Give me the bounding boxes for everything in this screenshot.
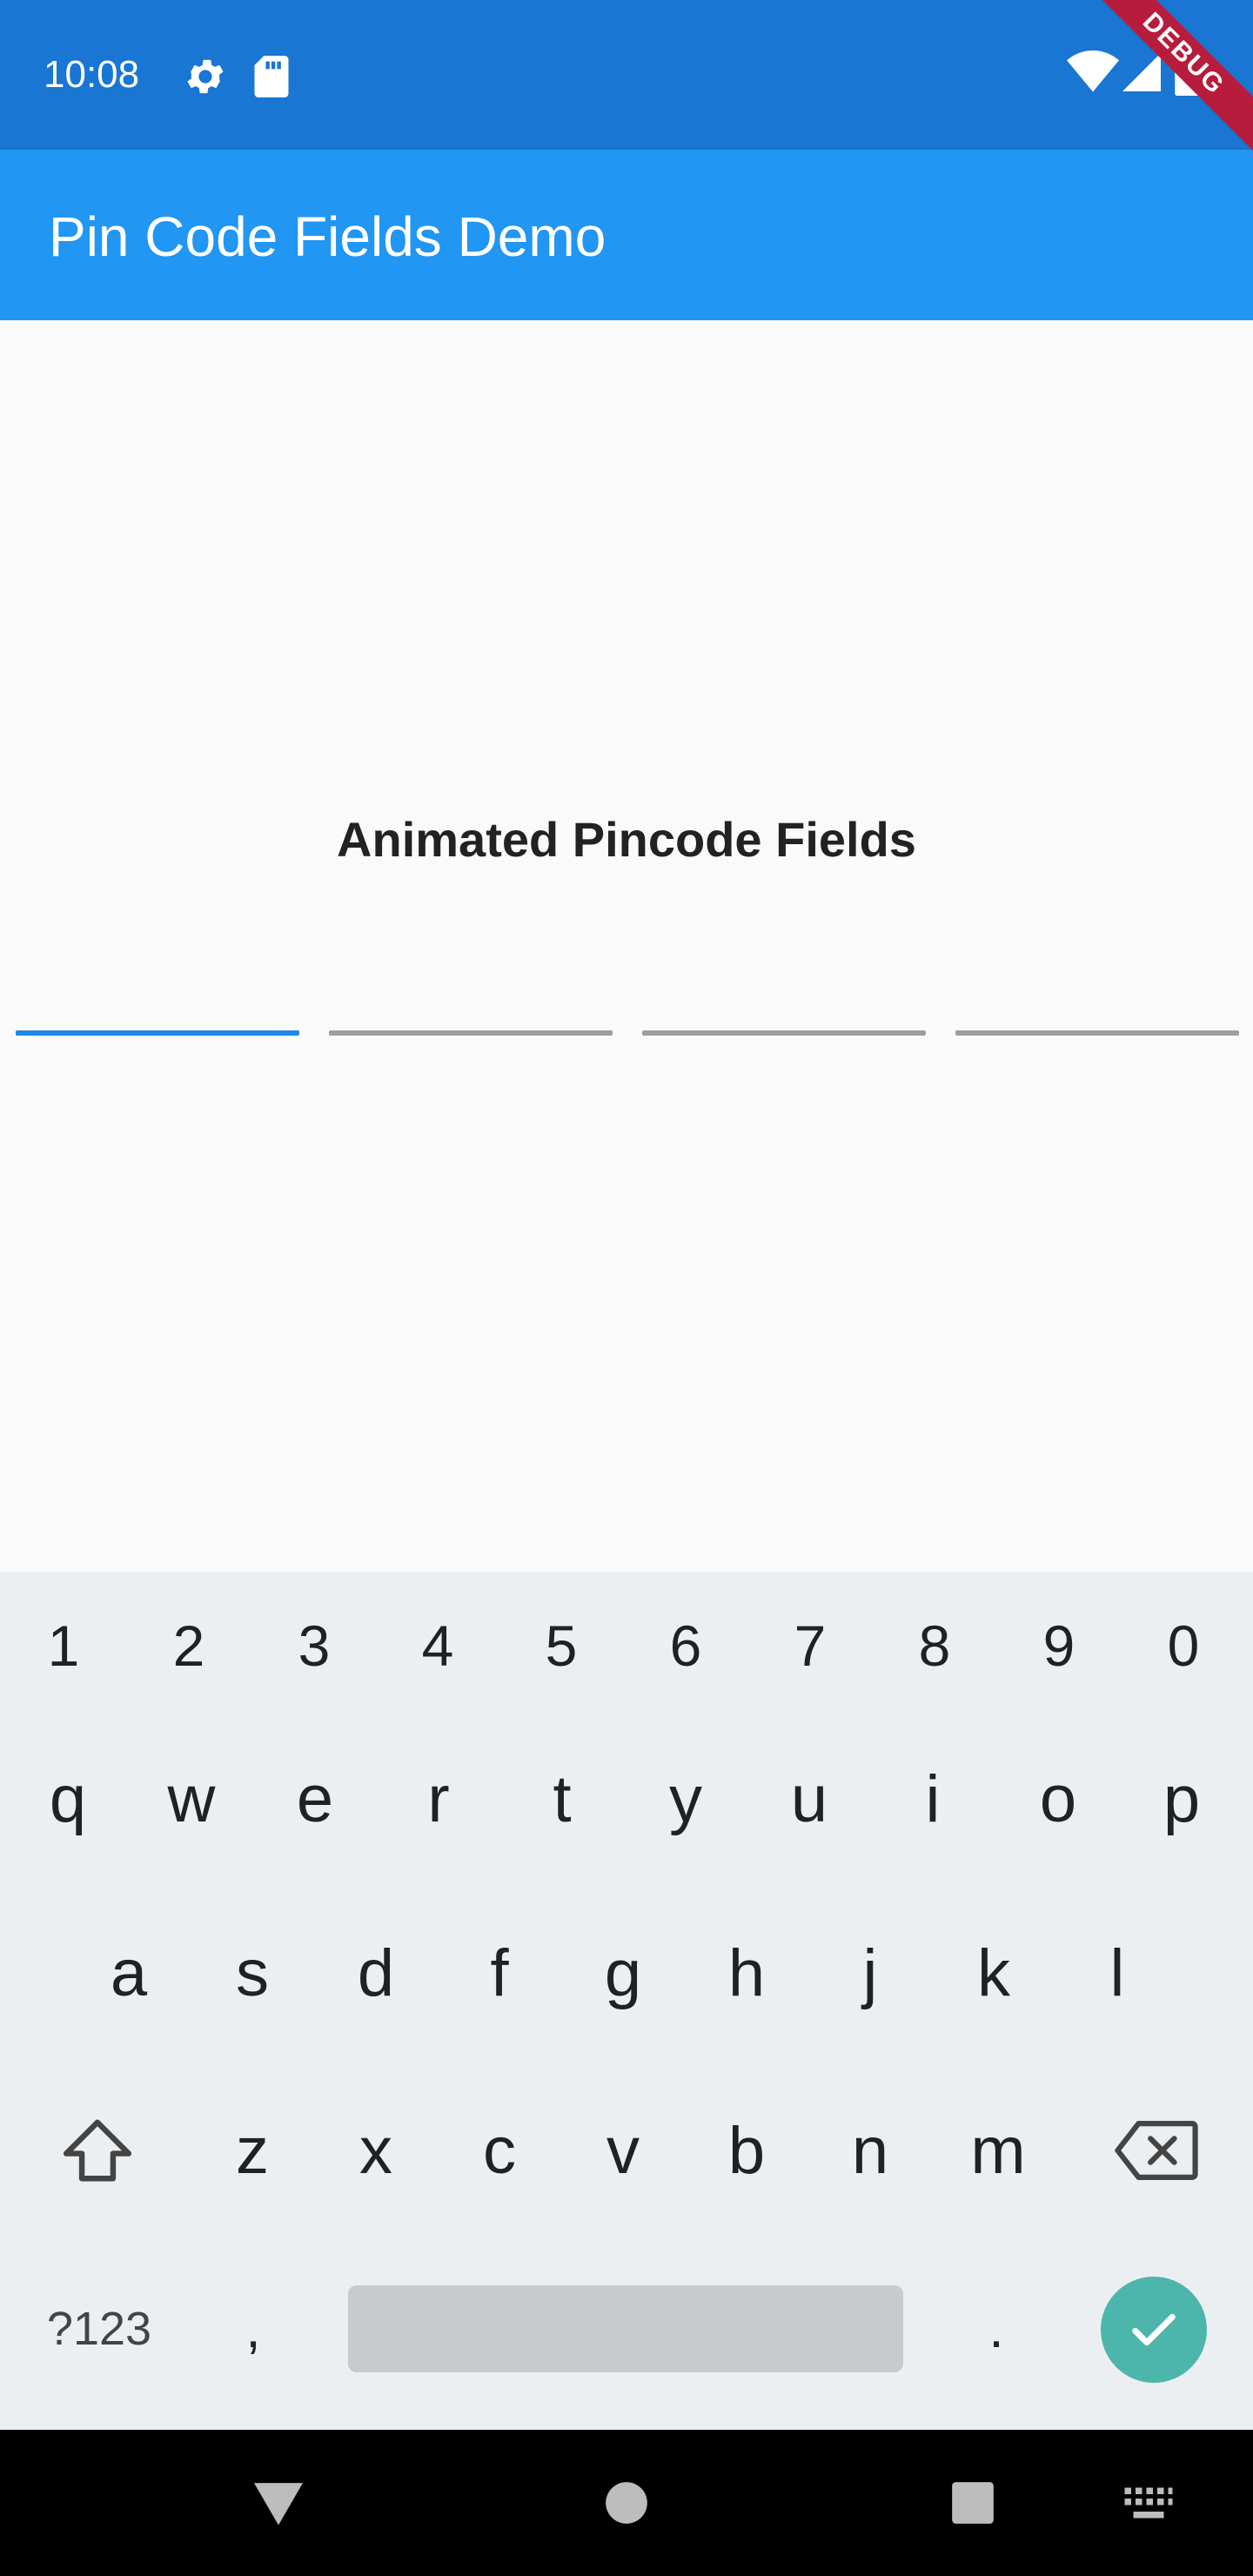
key-y[interactable]: y	[633, 1742, 738, 1855]
key-8[interactable]: 8	[887, 1598, 982, 1694]
key-m[interactable]: m	[941, 2094, 1055, 2207]
shift-icon	[63, 2119, 132, 2182]
navigation-bar	[0, 2430, 1253, 2576]
status-time: 10:08	[44, 53, 140, 96]
shift-key[interactable]	[44, 2094, 151, 2207]
key-c[interactable]: c	[447, 2094, 552, 2207]
keyboard-switch-button[interactable]	[1096, 2430, 1201, 2576]
key-r[interactable]: r	[386, 1742, 491, 1855]
key-1[interactable]: 1	[16, 1598, 111, 1694]
back-button[interactable]	[226, 2430, 331, 2576]
key-w[interactable]: w	[139, 1742, 244, 1855]
soft-keyboard: 1 2 3 4 5 6 7 8 9 0 q w e r t y u i o p …	[0, 1572, 1253, 2430]
debug-banner: DEBUG	[1079, 0, 1253, 160]
key-f[interactable]: f	[447, 1916, 552, 2029]
key-2[interactable]: 2	[141, 1598, 237, 1694]
page-heading: Animated Pincode Fields	[337, 812, 916, 867]
backspace-key[interactable]	[1100, 2094, 1213, 2207]
key-n[interactable]: n	[818, 2094, 922, 2207]
key-5[interactable]: 5	[513, 1598, 609, 1694]
key-7[interactable]: 7	[762, 1598, 858, 1694]
home-button[interactable]	[574, 2430, 679, 2576]
key-l[interactable]: l	[1065, 1916, 1169, 2029]
key-b[interactable]: b	[694, 2094, 799, 2207]
key-d[interactable]: d	[324, 1916, 428, 2029]
key-h[interactable]: h	[694, 1916, 799, 2029]
enter-key[interactable]	[1101, 2277, 1207, 2383]
app-bar: Pin Code Fields Demo	[0, 150, 1253, 320]
app-title: Pin Code Fields Demo	[49, 205, 606, 268]
key-i[interactable]: i	[881, 1742, 985, 1855]
backspace-icon	[1115, 2121, 1198, 2180]
comma-key[interactable]: ,	[205, 2277, 301, 2381]
key-a[interactable]: a	[77, 1916, 181, 2029]
main-content: Animated Pincode Fields	[0, 320, 1253, 1573]
pin-field-2[interactable]	[329, 1030, 613, 1036]
key-s[interactable]: s	[200, 1916, 305, 2029]
recents-button[interactable]	[921, 2430, 1025, 2576]
pin-field-3[interactable]	[642, 1030, 926, 1036]
key-u[interactable]: u	[757, 1742, 861, 1855]
key-z[interactable]: z	[200, 2094, 305, 2207]
key-q[interactable]: q	[16, 1742, 120, 1855]
key-p[interactable]: p	[1129, 1742, 1234, 1855]
recents-icon	[952, 2482, 994, 2524]
key-4[interactable]: 4	[390, 1598, 486, 1694]
key-t[interactable]: t	[510, 1742, 614, 1855]
period-key[interactable]: .	[948, 2277, 1044, 2381]
key-v[interactable]: v	[571, 2094, 675, 2207]
key-3[interactable]: 3	[266, 1598, 362, 1694]
pin-field-4[interactable]	[955, 1030, 1239, 1036]
symbols-key[interactable]: ?123	[21, 2277, 178, 2381]
pin-field-1[interactable]	[16, 1030, 299, 1036]
gear-icon	[187, 59, 224, 94]
key-0[interactable]: 0	[1136, 1598, 1231, 1694]
key-o[interactable]: o	[1006, 1742, 1110, 1855]
status-bar: 10:08	[0, 0, 1253, 150]
back-icon	[254, 2483, 303, 2526]
key-9[interactable]: 9	[1011, 1598, 1107, 1694]
key-g[interactable]: g	[571, 1916, 675, 2029]
space-key[interactable]	[348, 2285, 903, 2372]
home-icon	[606, 2482, 647, 2524]
key-6[interactable]: 6	[638, 1598, 734, 1694]
check-icon	[1132, 2313, 1176, 2346]
key-x[interactable]: x	[324, 2094, 428, 2207]
keyboard-switch-icon	[1124, 2487, 1173, 2519]
sd-card-icon	[254, 56, 289, 97]
key-j[interactable]: j	[818, 1916, 922, 2029]
debug-banner-container: DEBUG	[1079, 0, 1253, 174]
key-k[interactable]: k	[941, 1916, 1046, 2029]
key-e[interactable]: e	[263, 1742, 367, 1855]
